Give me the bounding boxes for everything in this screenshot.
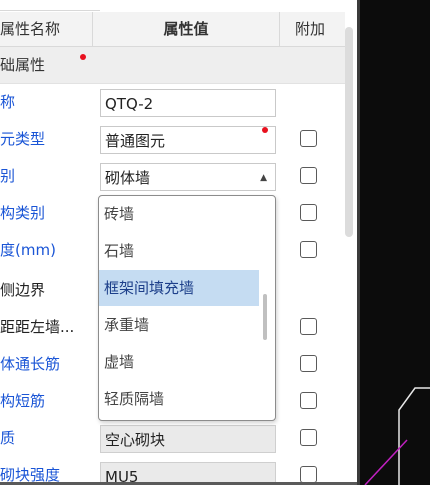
property-row-material[interactable]: 质 空心砌块 <box>0 420 345 456</box>
extra-checkbox[interactable] <box>300 241 317 258</box>
panel-scrollbar-thumb[interactable] <box>345 27 353 237</box>
property-table-header: 属性名称 属性值 附加 <box>0 12 345 47</box>
drawing-canvas[interactable] <box>357 0 430 486</box>
dropdown-option[interactable]: 轻质隔墙 <box>99 381 259 417</box>
property-label: 构类别 <box>0 204 46 222</box>
extra-checkbox[interactable] <box>300 466 317 483</box>
extra-checkbox[interactable] <box>300 392 317 409</box>
category-select[interactable]: 砌体墙 ▲ <box>100 163 276 191</box>
required-dot-icon <box>262 127 268 133</box>
dropdown-option[interactable]: 虚墙 <box>99 344 259 380</box>
extra-checkbox[interactable] <box>300 318 317 335</box>
property-row-name[interactable]: 称 QTQ-2 <box>0 84 345 120</box>
property-label: 度(mm) <box>0 241 56 259</box>
property-label: 元类型 <box>0 130 46 148</box>
column-header-value: 属性值 <box>92 12 280 46</box>
column-header-extra: 附加 <box>294 20 325 38</box>
column-header-name: 属性名称 <box>0 20 61 38</box>
category-select-value: 砌体墙 <box>105 169 151 187</box>
property-label: 砌块强度 <box>0 466 61 484</box>
extra-checkbox[interactable] <box>300 204 317 221</box>
extra-checkbox[interactable] <box>300 429 317 446</box>
dropdown-option[interactable]: 承重墙 <box>99 307 259 343</box>
canvas-drawing <box>364 387 430 486</box>
name-input[interactable]: QTQ-2 <box>100 89 276 117</box>
category-dropdown-list[interactable]: 砖墙 石墙 框架间填充墙 承重墙 虚墙 轻质隔墙 <box>98 195 276 421</box>
property-row-category[interactable]: 别 砌体墙 ▲ <box>0 158 345 194</box>
property-label: 质 <box>0 429 16 447</box>
extra-checkbox[interactable] <box>300 355 317 372</box>
canvas-border <box>357 0 360 485</box>
property-label: 称 <box>0 93 16 111</box>
panel-top-strip <box>0 0 100 11</box>
dropdown-option[interactable]: 砖墙 <box>99 196 259 232</box>
property-label: 构短筋 <box>0 392 46 410</box>
dropdown-option[interactable]: 石墙 <box>99 233 259 269</box>
property-label: 侧边界 <box>0 281 46 299</box>
material-field[interactable]: 空心砌块 <box>100 425 276 453</box>
extra-checkbox[interactable] <box>300 167 317 184</box>
property-label: 别 <box>0 167 16 185</box>
required-dot-icon <box>80 54 86 60</box>
property-row-block-strength[interactable]: 砌块强度 MU5 <box>0 457 345 485</box>
property-label: 距距左墙... <box>0 318 75 336</box>
dropdown-option-selected[interactable]: 框架间填充墙 <box>99 270 259 306</box>
dropdown-arrow-icon[interactable]: ▲ <box>256 164 267 192</box>
property-panel: 属性名称 属性值 附加 础属性 称 QTQ-2 元类型 普通图元 别 砌体墙 ▲… <box>0 0 357 485</box>
element-type-field[interactable]: 普通图元 <box>100 126 276 154</box>
dropdown-scrollbar-thumb[interactable] <box>263 294 267 340</box>
group-row-basic-properties[interactable]: 础属性 <box>0 47 345 84</box>
property-row-element-type[interactable]: 元类型 普通图元 <box>0 121 345 157</box>
property-label: 体通长筋 <box>0 355 61 373</box>
extra-checkbox[interactable] <box>300 130 317 147</box>
group-label: 础属性 <box>0 56 46 74</box>
